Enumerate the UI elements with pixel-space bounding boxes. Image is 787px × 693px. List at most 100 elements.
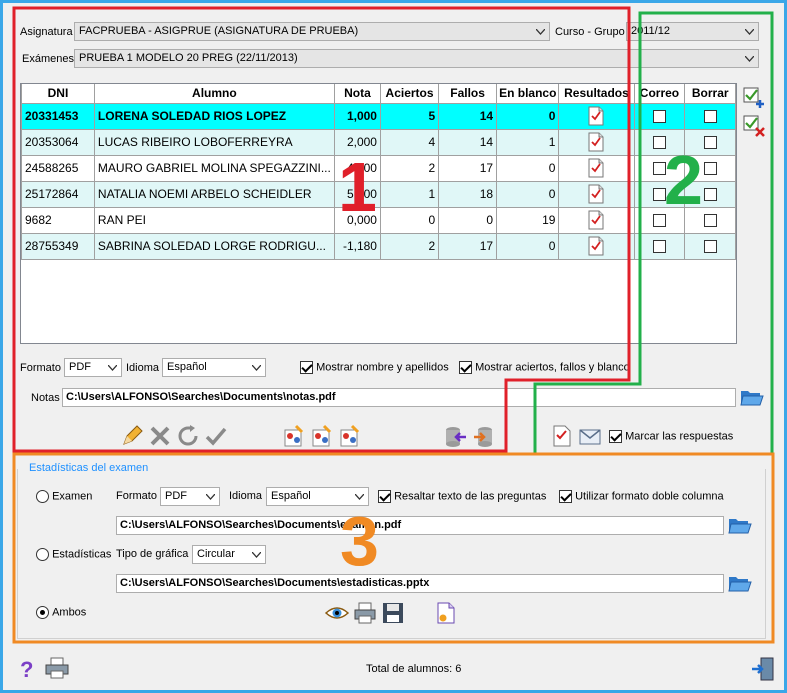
resultados-cell[interactable] bbox=[558, 102, 635, 130]
results-doc-button[interactable] bbox=[550, 424, 574, 448]
correo-checkbox[interactable] bbox=[633, 102, 686, 130]
tool-button-3[interactable] bbox=[338, 424, 362, 448]
preview-button[interactable] bbox=[324, 601, 350, 625]
footer-print-button[interactable] bbox=[44, 656, 70, 682]
print-button[interactable] bbox=[353, 601, 377, 625]
examenes-label: Exámenes bbox=[22, 53, 74, 65]
edit-button[interactable] bbox=[120, 424, 144, 448]
col-borrar[interactable]: Borrar bbox=[684, 84, 736, 104]
document-settings-icon bbox=[437, 602, 455, 624]
exit-button[interactable] bbox=[750, 656, 776, 682]
grades-icon bbox=[340, 424, 360, 447]
formato-select[interactable]: PDF bbox=[64, 358, 122, 377]
resultados-cell[interactable] bbox=[558, 206, 635, 234]
curso-select[interactable]: 2011/12 bbox=[626, 22, 759, 41]
stats-formato-select[interactable]: PDF bbox=[160, 487, 220, 506]
col-nota[interactable]: Nota bbox=[333, 84, 381, 104]
col-en-blanco[interactable]: En blanco bbox=[496, 84, 560, 104]
col-fallos[interactable]: Fallos bbox=[438, 84, 498, 104]
col-dni[interactable]: DNI bbox=[21, 84, 95, 104]
printer-icon bbox=[354, 602, 376, 624]
cancel-button[interactable] bbox=[148, 424, 172, 448]
estadisticas-radio[interactable]: Estadísticas bbox=[36, 548, 111, 561]
total-alumnos: Total de alumnos: 6 bbox=[366, 663, 462, 675]
chevron-down-icon bbox=[741, 23, 758, 40]
examen-path-input[interactable]: C:\Users\ALFONSO\Searches\Documents\exam… bbox=[116, 516, 724, 535]
database-export-icon bbox=[474, 427, 492, 447]
aciertos-cell: 1 bbox=[379, 180, 440, 208]
resultados-cell[interactable] bbox=[558, 180, 635, 208]
folder-open-icon bbox=[728, 577, 752, 592]
alumno-cell: LORENA SOLEDAD RIOS LOPEZ bbox=[93, 102, 335, 130]
en-blanco-cell: 0 bbox=[496, 154, 560, 182]
tipo-grafica-label: Tipo de gráfica bbox=[116, 548, 189, 560]
printer-icon bbox=[45, 657, 69, 679]
borrar-checkbox[interactable] bbox=[684, 232, 736, 260]
tipo-grafica-select[interactable]: Circular bbox=[192, 545, 266, 564]
curso-value: 2011/12 bbox=[631, 25, 670, 37]
alumno-cell: RAN PEI bbox=[93, 206, 335, 234]
col-correo[interactable]: Correo bbox=[633, 84, 686, 104]
asignatura-select[interactable]: FACPRUEBA - ASIGPRUE (ASIGNATURA DE PRUE… bbox=[74, 22, 550, 41]
table-row[interactable]: 9682 RAN PEI 0,000 0 0 19 bbox=[21, 206, 736, 234]
resaltar-checkbox[interactable]: Resaltar texto de las preguntas bbox=[378, 490, 546, 503]
notas-browse-button[interactable] bbox=[740, 386, 764, 410]
checkbox-box bbox=[703, 214, 717, 228]
resultados-cell[interactable] bbox=[558, 128, 635, 156]
correo-checkbox[interactable] bbox=[633, 232, 686, 260]
help-button[interactable]: ? bbox=[16, 656, 40, 682]
folder-open-icon bbox=[740, 391, 764, 406]
save-button[interactable] bbox=[381, 601, 405, 625]
send-mail-button[interactable] bbox=[578, 424, 602, 448]
checkbox-box bbox=[609, 430, 622, 443]
mostrar-aciertos-checkbox[interactable]: Mostrar aciertos, fallos y blanco bbox=[459, 361, 630, 374]
notas-path-input[interactable]: C:\Users\ALFONSO\Searches\Documents\nota… bbox=[62, 388, 736, 407]
table-row[interactable]: 25172864 NATALIA NOEMI ARBELO SCHEIDLER 5,… bbox=[21, 180, 736, 208]
tool-button-2[interactable] bbox=[310, 424, 334, 448]
ambos-radio-label: Ambos bbox=[52, 606, 87, 619]
table-row[interactable]: 20353064 LUCAS RIBEIRO LOBOFERREYRA 2,000 4… bbox=[21, 128, 736, 156]
document-check-icon bbox=[553, 425, 571, 447]
add-check-button[interactable] bbox=[742, 86, 766, 110]
estadisticas-browse-button[interactable] bbox=[728, 572, 752, 596]
stats-formato-label: Formato bbox=[116, 490, 157, 502]
tool-button-1[interactable] bbox=[282, 424, 306, 448]
borrar-checkbox[interactable] bbox=[684, 102, 736, 130]
export-db-button[interactable] bbox=[472, 424, 496, 448]
table-row[interactable]: 20331453 LORENA SOLEDAD RIOS LOPEZ 1,000 5 1… bbox=[21, 102, 736, 130]
ambos-radio[interactable]: Ambos bbox=[36, 606, 86, 619]
aciertos-cell: 2 bbox=[379, 154, 440, 182]
mail-icon bbox=[579, 429, 601, 445]
import-db-button[interactable] bbox=[444, 424, 468, 448]
examen-browse-button[interactable] bbox=[728, 514, 752, 538]
estadisticas-path-input[interactable]: C:\Users\ALFONSO\Searches\Documents\esta… bbox=[116, 574, 724, 593]
doble-columna-checkbox[interactable]: Utilizar formato doble columna bbox=[559, 490, 724, 503]
accept-button[interactable] bbox=[204, 424, 228, 448]
refresh-button[interactable] bbox=[176, 424, 200, 448]
col-aciertos[interactable]: Aciertos bbox=[379, 84, 440, 104]
svg-text:?: ? bbox=[20, 657, 33, 680]
table-row[interactable]: 28755349 SABRINA SOLEDAD LORGE RODRIGU...… bbox=[21, 232, 736, 260]
remove-check-button[interactable] bbox=[742, 114, 766, 138]
checkbox-box bbox=[559, 490, 572, 503]
eye-icon bbox=[324, 607, 350, 619]
en-blanco-cell: 0 bbox=[496, 232, 560, 260]
dni-cell: 20353064 bbox=[21, 128, 95, 156]
students-grid[interactable]: DNI Alumno Nota Aciertos Fallos En blanc… bbox=[20, 83, 737, 344]
examen-radio[interactable]: Examen bbox=[36, 490, 92, 503]
resultados-cell[interactable] bbox=[558, 232, 635, 260]
marcar-respuestas-checkbox[interactable]: Marcar las respuestas bbox=[609, 430, 733, 443]
idioma-select[interactable]: Español bbox=[162, 358, 266, 377]
aciertos-cell: 5 bbox=[379, 102, 440, 130]
annotation-number-3: 3 bbox=[340, 502, 379, 580]
resultados-cell[interactable] bbox=[558, 154, 635, 182]
checkbox-box bbox=[703, 188, 717, 202]
checkbox-box bbox=[703, 240, 717, 254]
table-row[interactable]: 24588265 MAURO GABRIEL MOLINA SPEGAZZINI.… bbox=[21, 154, 736, 182]
col-alumno[interactable]: Alumno bbox=[93, 84, 335, 104]
examenes-select[interactable]: PRUEBA 1 MODELO 20 PREG (22/11/2013) bbox=[74, 49, 759, 68]
alumno-cell: LUCAS RIBEIRO LOBOFERREYRA bbox=[93, 128, 335, 156]
mostrar-nombre-checkbox[interactable]: Mostrar nombre y apellidos bbox=[300, 361, 449, 374]
col-resultados[interactable]: Resultados bbox=[558, 84, 635, 104]
config-doc-button[interactable] bbox=[434, 601, 458, 625]
